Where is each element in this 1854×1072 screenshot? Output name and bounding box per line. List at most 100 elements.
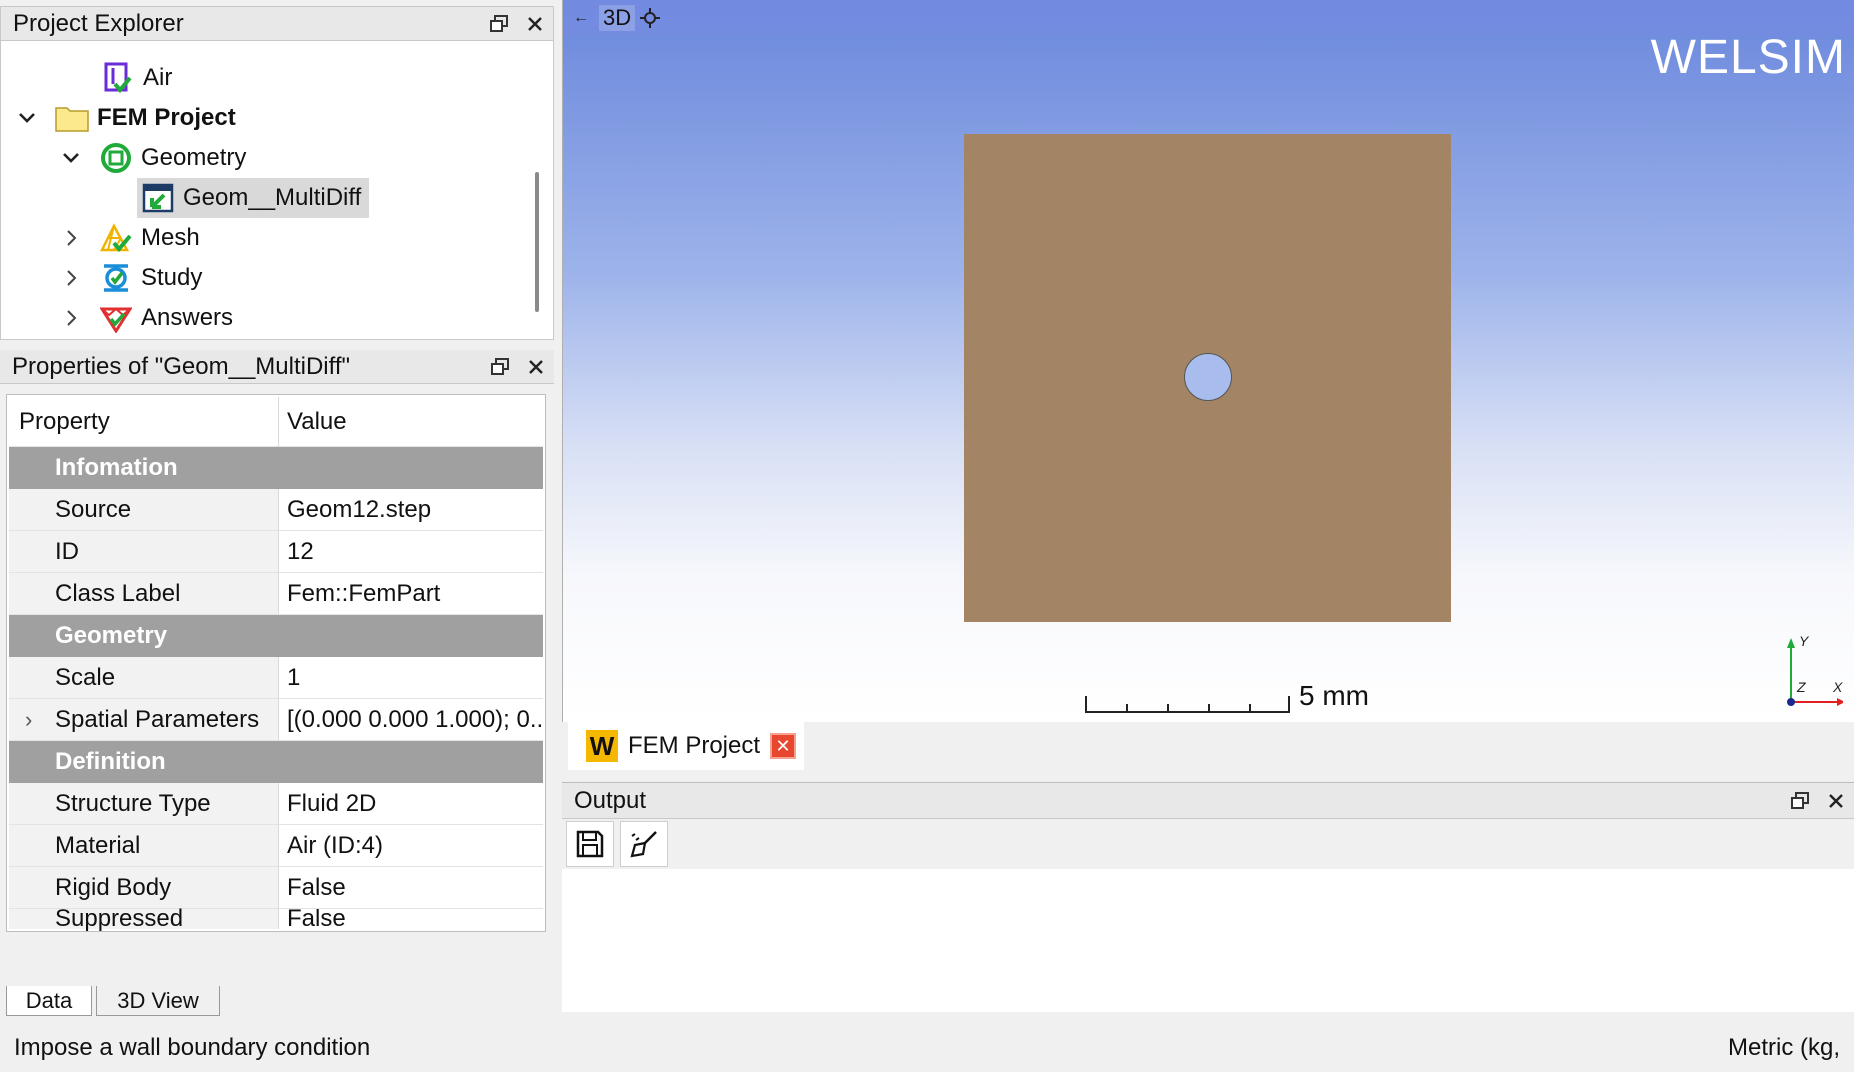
property-row-suppressed[interactable]: Suppressed False [9,905,543,932]
axis-x-label: X [1832,679,1843,695]
project-explorer-panel: Project Explorer Air FEM Project Geometr… [0,6,554,340]
pin-icon[interactable]: ← [563,9,599,27]
chevron-right-icon[interactable] [59,306,83,330]
close-panel-icon[interactable] [517,7,553,41]
value-column-header: Value [287,407,347,435]
property-value[interactable]: 12 [279,531,543,572]
mesh-icon [99,221,133,255]
axis-y-label: Y [1799,633,1810,649]
group-information[interactable]: Infomation [9,447,543,489]
output-log[interactable] [562,869,1854,1011]
property-key: Suppressed [9,905,279,932]
document-tab-label: FEM Project [628,732,761,759]
geometry-icon [99,141,133,175]
property-key: Structure Type [9,783,279,824]
document-tab-fem-project[interactable]: W FEM Project ✕ [568,722,804,770]
document-tab-bar: W FEM Project ✕ [562,722,1854,772]
properties-panel: Properties of "Geom__MultiDiff" Property… [0,350,554,982]
float-panel-icon[interactable] [481,7,517,41]
tree-item-fem-project[interactable]: FEM Project [15,98,236,138]
property-grid: Property Value Infomation Source Geom12.… [6,394,546,932]
property-row-class-label[interactable]: Class Label Fem::FemPart [9,573,543,615]
group-label: Infomation [55,454,178,481]
property-key: Scale [9,657,279,698]
scale-bar [1085,696,1290,713]
property-key: Class Label [9,573,279,614]
property-key: Source [9,489,279,530]
property-value[interactable]: Fluid 2D [279,783,543,824]
tree-item-label: FEM Project [97,104,236,131]
crosshair-icon[interactable] [635,8,665,28]
property-value[interactable]: 1 [279,657,543,698]
tree-item-label: Answers [141,304,234,331]
tree-item-mesh[interactable]: Mesh [59,218,200,258]
welsim-logo: WELSIM [1650,31,1846,84]
project-explorer-titlebar: Project Explorer [1,7,553,41]
property-key: Rigid Body [9,867,279,908]
chevron-right-icon[interactable]: › [25,707,32,733]
float-panel-icon[interactable] [482,350,518,384]
property-row-id[interactable]: ID 12 [9,531,543,573]
view-mode-label[interactable]: 3D [599,5,636,31]
tree-item-label: Geometry [141,144,247,171]
property-row-material[interactable]: Material Air (ID:4) [9,825,543,867]
close-panel-icon[interactable] [518,350,554,384]
group-definition[interactable]: Definition [9,741,543,783]
property-row-rigid-body[interactable]: Rigid Body False [9,867,543,909]
property-value[interactable]: [(0.000 0.000 1.000); 0... [279,699,543,740]
output-titlebar: Output [562,783,1854,819]
3d-viewport[interactable]: ← 3D WELSIM 5 mm Y Z X [562,0,1854,722]
output-title: Output [574,786,647,814]
tree-item-label: Geom__MultiDiff [183,184,362,211]
property-row-spatial-parameters[interactable]: › Spatial Parameters [(0.000 0.000 1.000… [9,699,543,741]
close-tab-icon[interactable]: ✕ [770,733,797,759]
folder-icon [55,101,89,135]
property-row-scale[interactable]: Scale 1 [9,657,543,699]
status-bar: Impose a wall boundary condition Metric … [0,1024,1854,1072]
property-column-header: Property [9,397,279,446]
tree-item-answers[interactable]: Answers [59,298,233,338]
property-row-structure-type[interactable]: Structure Type Fluid 2D [9,783,543,825]
welsim-app-icon: W [586,730,618,762]
output-toolbar [562,819,1854,869]
property-value[interactable]: Air (ID:4) [279,825,543,866]
unit-system-label[interactable]: Metric (kg, [1728,1034,1840,1062]
group-label: Geometry [55,622,168,649]
clear-broom-icon[interactable] [620,821,668,867]
property-value[interactable]: Geom12.step [279,489,543,530]
chevron-down-icon[interactable] [59,146,83,170]
property-value[interactable]: Fem::FemPart [279,573,543,614]
tree-item-study[interactable]: Study [59,258,202,298]
tab-3d-view[interactable]: 3D View [96,986,220,1016]
output-panel: Output [562,782,1854,1012]
answers-icon [99,301,133,335]
tree-item-geometry[interactable]: Geometry [59,138,246,178]
property-row-source[interactable]: Source Geom12.step [9,489,543,531]
tree-item-label: Mesh [141,224,200,251]
tab-data[interactable]: Data [6,986,92,1016]
save-icon[interactable] [566,821,614,867]
property-value[interactable]: False [279,867,543,908]
axis-triad: Y Z X [1787,633,1843,706]
project-explorer-title: Project Explorer [13,9,184,37]
close-panel-icon[interactable] [1818,784,1854,818]
geom-part-icon [141,181,175,215]
tree-item-label: Study [141,264,203,291]
tree-item-geom-multidiff[interactable]: Geom__MultiDiff [137,178,370,218]
status-message: Impose a wall boundary condition [14,1034,371,1061]
explorer-scrollbar[interactable] [535,172,539,312]
properties-title: Properties of "Geom__MultiDiff" [12,352,351,380]
tree-item-air[interactable]: Air [101,58,172,98]
group-label: Definition [55,748,166,775]
property-grid-header: Property Value [9,397,543,447]
float-panel-icon[interactable] [1782,784,1818,818]
property-value[interactable]: False [279,909,543,929]
geometry-hole[interactable] [1184,353,1232,401]
chevron-down-icon[interactable] [15,106,39,130]
group-geometry[interactable]: Geometry [9,615,543,657]
axis-z-label: Z [1796,679,1806,695]
chevron-right-icon[interactable] [59,266,83,290]
scale-bar-label: 5 mm [1299,680,1369,711]
chevron-right-icon[interactable] [59,226,83,250]
study-icon [99,261,133,295]
